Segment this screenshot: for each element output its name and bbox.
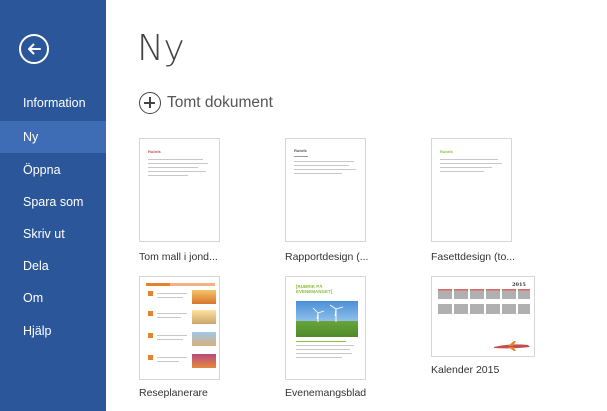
template-tile-travel-planner[interactable]: Reseplanerare [139,276,249,404]
nav-item-new[interactable]: Ny [0,121,106,153]
nav-item-about[interactable]: Om [0,282,106,314]
template-thumbnail: Rubrik [431,138,512,242]
thumbnail-heading: Rubrik [440,149,453,154]
page-title: Ny [137,28,185,69]
template-tile-report-design[interactable]: Rubrik Rapportdesign (... [285,138,395,266]
nav-item-open[interactable]: Öppna [0,154,106,186]
template-thumbnail: 2015 [431,276,535,357]
template-thumbnail [139,276,220,380]
nav-item-information[interactable]: Information [0,87,106,119]
blank-document-label: Tomt dokument [167,94,273,111]
template-thumbnail: Rubrik [139,138,220,242]
backstage-sidebar: Information Ny Öppna Spara som Skriv ut … [0,0,106,411]
plus-circle-icon [139,92,161,114]
wind-turbine-image [312,304,344,322]
template-thumbnail: Rubrik [285,138,366,242]
thumbnail-heading: Rubrik [148,149,161,154]
nav-item-share[interactable]: Dela [0,250,106,282]
template-tile-blank-jond[interactable]: Rubrik Tom mall i jond... [139,138,249,266]
nav-item-help[interactable]: Hjälp [0,315,106,347]
template-tile-facet-design[interactable]: Rubrik Fasettdesign (to... [431,138,541,266]
airplane-illustration [494,341,530,351]
template-label: Kalender 2015 [431,364,500,376]
template-label: Rapportdesign (... [285,251,369,263]
template-tile-event-flyer[interactable]: [RUBRIK PÅ EVENEMANGET] Evenemangsblad [285,276,395,404]
blank-document-button[interactable]: Tomt dokument [139,90,273,116]
nav-item-save-as[interactable]: Spara som [0,186,106,218]
template-label: Tom mall i jond... [139,251,218,263]
main-panel: Ny Tomt dokument Rubrik Tom mall i jond.… [106,0,607,411]
calendar-grid-image [438,289,530,314]
nav-item-print[interactable]: Skriv ut [0,218,106,250]
template-label: Fasettdesign (to... [431,251,516,263]
thumbnail-heading: [RUBRIK PÅ EVENEMANGET] [296,284,333,294]
template-tile-calendar-2015[interactable]: 2015 Kalender 2015 [431,276,541,404]
template-label: Evenemangsblad [285,387,367,399]
back-arrow-icon [28,43,41,55]
template-label: Reseplanerare [139,387,208,399]
back-button[interactable] [19,34,49,64]
thumbnail-heading: 2015 [512,282,526,288]
thumbnail-heading: Rubrik [294,148,307,153]
template-thumbnail: [RUBRIK PÅ EVENEMANGET] [285,276,366,380]
